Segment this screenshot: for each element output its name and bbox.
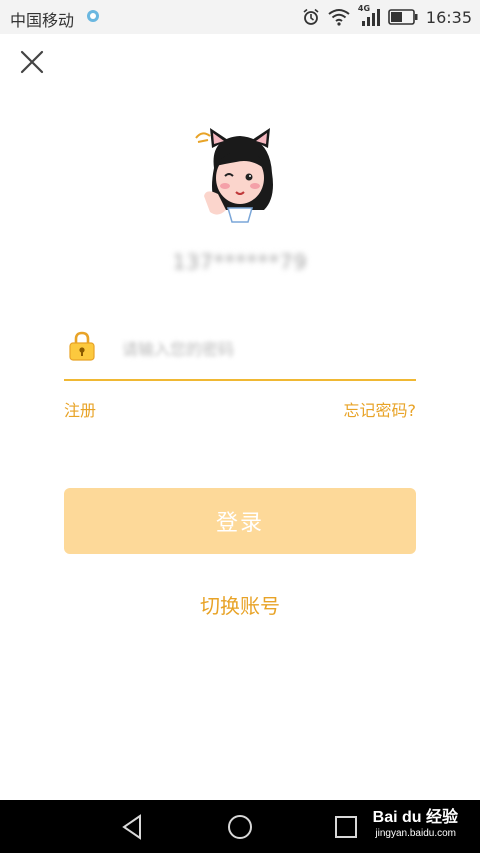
close-icon[interactable] (18, 48, 46, 76)
clock: 16:35 (425, 7, 472, 27)
cell-signal: 4G (358, 4, 380, 27)
signal-icon (361, 9, 380, 26)
account-phone-number: 137******79 (172, 250, 308, 274)
carrier-name: 中国移动 (10, 11, 75, 30)
alarm-icon (303, 8, 319, 25)
watermark-url: jingyan.baidu.com (375, 828, 456, 839)
password-input[interactable] (120, 334, 420, 364)
password-underline (64, 379, 416, 381)
battery-icon (388, 9, 418, 25)
recent-apps-icon[interactable] (332, 812, 362, 842)
switch-account-link[interactable]: 切换账号 (0, 590, 480, 619)
register-link[interactable]: 注册 (64, 397, 96, 421)
status-icons: 4G 16:35 (302, 4, 472, 29)
forgot-password-link[interactable]: 忘记密码? (344, 397, 417, 421)
login-button[interactable]: 登录 (64, 488, 416, 554)
home-icon[interactable] (225, 812, 255, 842)
watermark-logo: Bai du 经验 (372, 809, 458, 826)
notification-icon (87, 10, 99, 22)
wifi-icon (328, 9, 350, 26)
status-bar: 中国移动 4G 16:35 (0, 0, 480, 34)
avatar (195, 128, 273, 223)
back-icon[interactable] (118, 812, 148, 842)
lock-icon (69, 331, 95, 361)
